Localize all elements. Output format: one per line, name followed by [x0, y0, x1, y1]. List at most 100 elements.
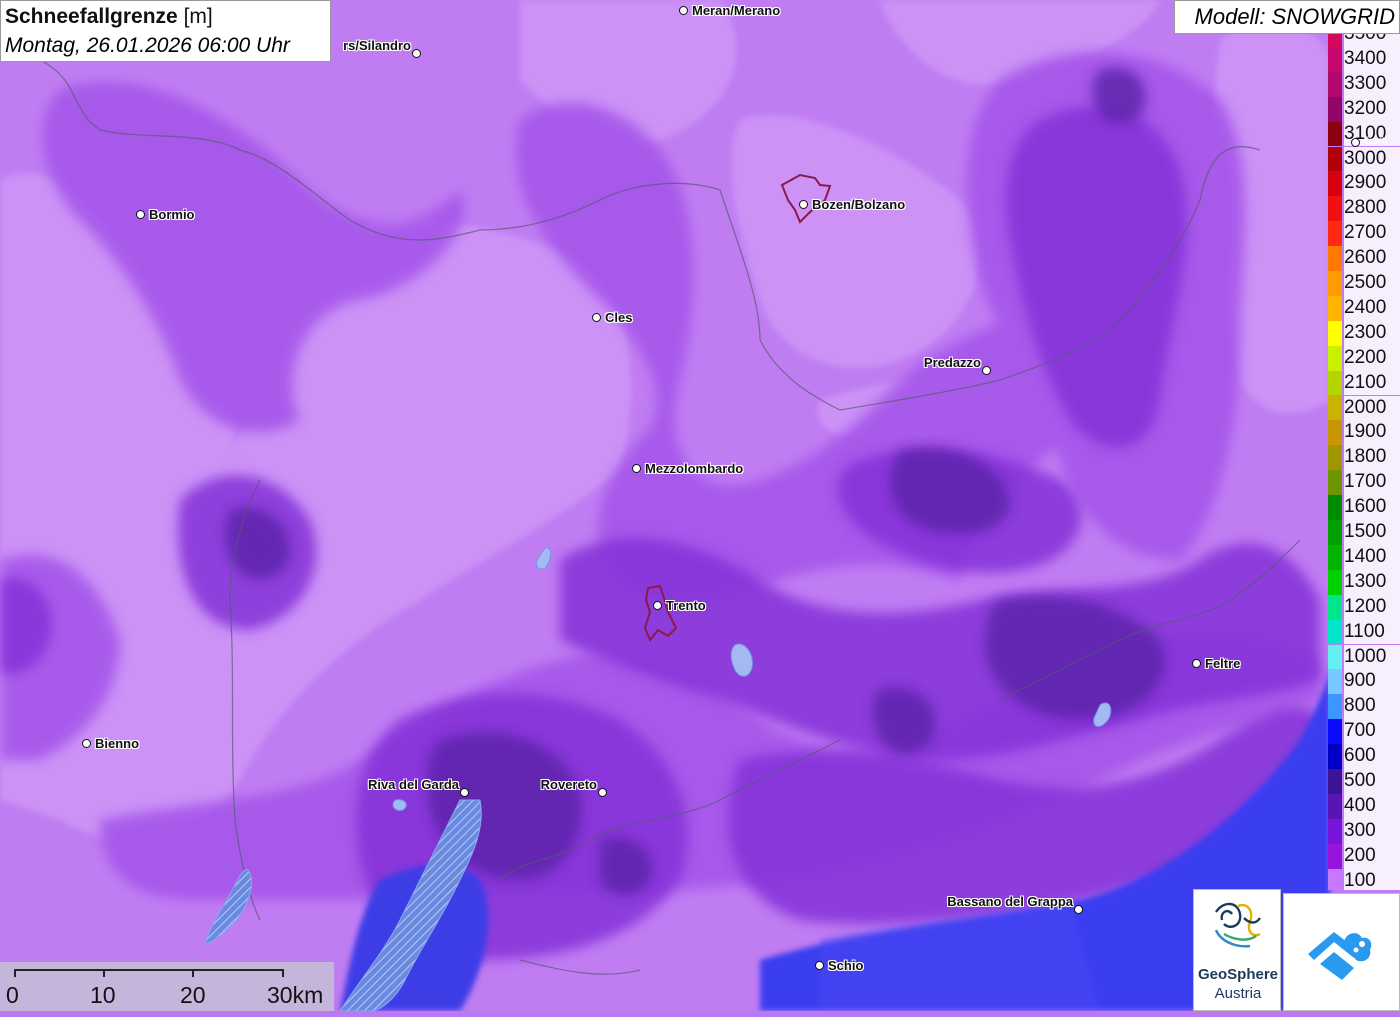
legend-label: 3300: [1344, 71, 1400, 97]
legend-label: 1800: [1344, 445, 1400, 471]
legend-item: 900: [1328, 669, 1400, 695]
city-label: Rovereto: [540, 777, 597, 792]
legend-swatch: [1328, 470, 1342, 496]
legend-label: 3200: [1344, 96, 1400, 122]
legend-item: 2500: [1328, 271, 1400, 296]
legend-item: 2300: [1328, 320, 1400, 346]
city-marker[interactable]: [982, 366, 991, 375]
city-label: Bozen/Bolzano: [812, 197, 906, 212]
title-unit: [m]: [183, 5, 213, 28]
legend-item: 2700: [1328, 221, 1400, 247]
legend-swatch: [1328, 769, 1342, 794]
city-marker[interactable]: [1351, 138, 1360, 147]
city-marker[interactable]: [632, 464, 641, 473]
city-label: Mezzolombardo: [645, 461, 744, 476]
geosphere-name: GeoSphere: [1197, 966, 1279, 983]
city-marker[interactable]: [412, 49, 421, 58]
legend-item: 500: [1328, 769, 1400, 794]
legend-swatch: [1328, 520, 1342, 545]
legend-item: 3500: [1328, 34, 1400, 47]
map-datetime: Montag, 26.01.2026 06:00 Uhr: [5, 34, 290, 57]
legend-swatch: [1328, 246, 1342, 271]
legend-swatch: [1328, 544, 1342, 570]
city-label: Bormio: [149, 207, 195, 222]
legend-item: 200: [1328, 843, 1400, 869]
legend-swatch: [1328, 196, 1342, 222]
legend-label: 2800: [1344, 196, 1400, 222]
legend-item: 100: [1328, 868, 1400, 890]
legend-swatch: [1328, 395, 1342, 421]
legend-swatch: [1328, 71, 1342, 97]
legend-label: 700: [1344, 719, 1400, 745]
city-marker[interactable]: [679, 6, 688, 15]
legend-label: 1300: [1344, 569, 1400, 595]
legend-item: 1400: [1328, 544, 1400, 570]
snowfall-line-map[interactable]: [0, 0, 1400, 1011]
city-marker[interactable]: [136, 210, 145, 219]
scale-tick: [192, 969, 194, 977]
legend-label: 1500: [1344, 520, 1400, 545]
city-marker[interactable]: [592, 313, 601, 322]
city-marker[interactable]: [598, 788, 607, 797]
legend-item: 1500: [1328, 520, 1400, 545]
legend-item: 1200: [1328, 594, 1400, 620]
legend-label: 1700: [1344, 470, 1400, 496]
map-title: Schneefallgrenze [m]: [5, 2, 326, 31]
legend-label: 3400: [1344, 46, 1400, 72]
model-label: Modell: SNOWGRID: [1174, 0, 1400, 34]
city-label: Corti: [1364, 135, 1388, 147]
scale-tick: [14, 969, 16, 977]
title-panel: Schneefallgrenze [m] Montag, 26.01.2026 …: [0, 0, 331, 62]
legend-item: 400: [1328, 793, 1400, 819]
legend-swatch: [1328, 271, 1342, 296]
city-marker[interactable]: [1074, 905, 1083, 914]
scale-label-20: 20: [180, 982, 206, 1008]
legend-swatch: [1328, 669, 1342, 695]
scale-tick: [103, 969, 105, 977]
legend-item: 1700: [1328, 470, 1400, 496]
legend-swatch: [1328, 594, 1342, 620]
legend-swatch: [1328, 420, 1342, 446]
legend-label: 400: [1344, 793, 1400, 819]
legend-label: 1000: [1344, 644, 1400, 670]
legend-item: 700: [1328, 719, 1400, 745]
legend-swatch: [1328, 221, 1342, 247]
legend-swatch: [1328, 34, 1342, 47]
legend-swatch: [1328, 146, 1342, 172]
legend-label: 300: [1344, 818, 1400, 844]
city-marker[interactable]: [1192, 659, 1201, 668]
legend-item: 600: [1328, 744, 1400, 769]
legend-item: 1800: [1328, 445, 1400, 471]
legend-swatch: [1328, 295, 1342, 321]
city-label: Bassano del Grappa: [947, 894, 1073, 909]
legend-label: 2100: [1344, 370, 1400, 396]
snow-app-logo[interactable]: [1283, 893, 1400, 1011]
legend-swatch: [1328, 495, 1342, 520]
legend-item: 2400: [1328, 295, 1400, 321]
legend-label: 2400: [1344, 295, 1400, 321]
city-marker[interactable]: [799, 200, 808, 209]
legend-label: 2700: [1344, 221, 1400, 247]
city-label: Predazzo: [923, 355, 981, 370]
city-marker[interactable]: [82, 739, 91, 748]
legend-item: 2800: [1328, 196, 1400, 222]
city-label: Schio: [828, 958, 864, 973]
legend-item: 3400: [1328, 46, 1400, 72]
legend-swatch: [1328, 793, 1342, 819]
legend-label: 500: [1344, 769, 1400, 794]
geosphere-logo[interactable]: GeoSphere Austria: [1193, 889, 1281, 1011]
legend-label: 2900: [1344, 171, 1400, 197]
city-marker[interactable]: [653, 601, 662, 610]
city-label: Cles: [605, 310, 633, 325]
scale-bar: 0 10 20 30km: [0, 962, 334, 1011]
city-marker[interactable]: [815, 961, 824, 970]
legend-swatch: [1328, 370, 1342, 396]
city-label: Trento: [666, 598, 706, 613]
legend-swatch: [1328, 345, 1342, 371]
legend-label: 2500: [1344, 271, 1400, 296]
legend-item: 1600: [1328, 495, 1400, 520]
city-marker[interactable]: [460, 788, 469, 797]
legend-item: 3300: [1328, 71, 1400, 97]
legend-swatch: [1328, 96, 1342, 122]
legend-swatch: [1328, 843, 1342, 869]
